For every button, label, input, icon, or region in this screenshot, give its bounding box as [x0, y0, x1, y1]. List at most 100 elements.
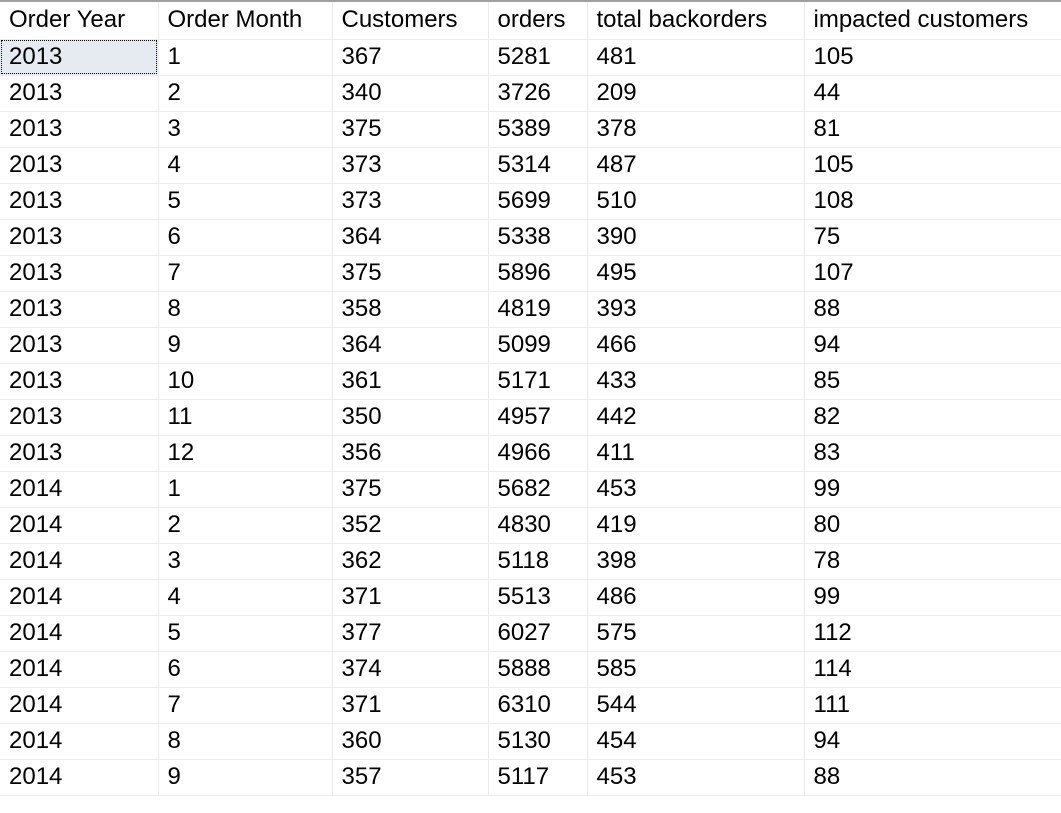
cell-total-backorders[interactable]: 411: [587, 435, 805, 472]
cell-total-backorders[interactable]: 486: [587, 579, 805, 616]
cell-order-year[interactable]: 2013: [0, 399, 159, 436]
cell-order-year[interactable]: 2014: [0, 471, 159, 508]
cell-total-backorders[interactable]: 544: [587, 687, 805, 724]
table-row[interactable]: 2014 2 352 4830 419 80: [0, 507, 1061, 544]
cell-orders[interactable]: 5130: [488, 723, 588, 760]
table-row[interactable]: 2013 11 350 4957 442 82: [0, 399, 1061, 436]
cell-impacted-customers[interactable]: 94: [804, 327, 1061, 364]
cell-order-year[interactable]: 2014: [0, 651, 159, 688]
cell-total-backorders[interactable]: 454: [587, 723, 805, 760]
cell-orders[interactable]: 5171: [488, 363, 588, 400]
cell-orders[interactable]: 5099: [488, 327, 588, 364]
table-row[interactable]: 2013 9 364 5099 466 94: [0, 327, 1061, 364]
cell-order-year[interactable]: 2013: [0, 255, 159, 292]
cell-order-month[interactable]: 8: [158, 291, 333, 328]
cell-impacted-customers[interactable]: 99: [804, 579, 1061, 616]
cell-order-month[interactable]: 4: [158, 579, 333, 616]
cell-impacted-customers[interactable]: 105: [804, 147, 1061, 184]
cell-customers[interactable]: 377: [332, 615, 489, 652]
cell-impacted-customers[interactable]: 112: [804, 615, 1061, 652]
cell-customers[interactable]: 357: [332, 759, 489, 796]
cell-total-backorders[interactable]: 393: [587, 291, 805, 328]
cell-impacted-customers[interactable]: 99: [804, 471, 1061, 508]
cell-customers[interactable]: 364: [332, 327, 489, 364]
cell-impacted-customers[interactable]: 114: [804, 651, 1061, 688]
table-row[interactable]: 2013 12 356 4966 411 83: [0, 435, 1061, 472]
table-row[interactable]: 2013 3 375 5389 378 81: [0, 111, 1061, 148]
cell-customers[interactable]: 360: [332, 723, 489, 760]
cell-order-year[interactable]: 2013: [0, 435, 159, 472]
cell-order-month[interactable]: 9: [158, 327, 333, 364]
cell-impacted-customers[interactable]: 83: [804, 435, 1061, 472]
cell-customers[interactable]: 375: [332, 255, 489, 292]
cell-impacted-customers[interactable]: 85: [804, 363, 1061, 400]
cell-total-backorders[interactable]: 466: [587, 327, 805, 364]
table-row[interactable]: 2014 5 377 6027 575 112: [0, 615, 1061, 652]
table-row[interactable]: 2013 7 375 5896 495 107: [0, 255, 1061, 292]
table-row[interactable]: 2013 5 373 5699 510 108: [0, 183, 1061, 220]
cell-total-backorders[interactable]: 453: [587, 471, 805, 508]
cell-order-year[interactable]: 2013: [0, 111, 159, 148]
cell-order-year[interactable]: 2013: [0, 75, 159, 112]
table-row[interactable]: 2013 10 361 5171 433 85: [0, 363, 1061, 400]
cell-total-backorders[interactable]: 209: [587, 75, 805, 112]
cell-order-month[interactable]: 1: [158, 39, 333, 76]
cell-total-backorders[interactable]: 398: [587, 543, 805, 580]
cell-customers[interactable]: 361: [332, 363, 489, 400]
cell-total-backorders[interactable]: 510: [587, 183, 805, 220]
cell-order-year[interactable]: 2014: [0, 543, 159, 580]
cell-customers[interactable]: 356: [332, 435, 489, 472]
cell-impacted-customers[interactable]: 81: [804, 111, 1061, 148]
cell-total-backorders[interactable]: 487: [587, 147, 805, 184]
table-row[interactable]: 2014 9 357 5117 453 88: [0, 759, 1061, 796]
cell-orders[interactable]: 6027: [488, 615, 588, 652]
cell-impacted-customers[interactable]: 107: [804, 255, 1061, 292]
cell-orders[interactable]: 5699: [488, 183, 588, 220]
cell-order-month[interactable]: 5: [158, 615, 333, 652]
cell-order-month[interactable]: 9: [158, 759, 333, 796]
cell-total-backorders[interactable]: 419: [587, 507, 805, 544]
cell-orders[interactable]: 5117: [488, 759, 588, 796]
table-row[interactable]: 2014 1 375 5682 453 99: [0, 471, 1061, 508]
cell-order-month[interactable]: 3: [158, 111, 333, 148]
cell-impacted-customers[interactable]: 75: [804, 219, 1061, 256]
cell-order-year[interactable]: 2013: [0, 39, 159, 76]
table-row[interactable]: 2014 4 371 5513 486 99: [0, 579, 1061, 616]
cell-order-month[interactable]: 4: [158, 147, 333, 184]
column-header-impacted-customers[interactable]: impacted customers: [804, 2, 1061, 40]
cell-impacted-customers[interactable]: 111: [804, 687, 1061, 724]
table-row[interactable]: 2013 8 358 4819 393 88: [0, 291, 1061, 328]
cell-orders[interactable]: 4966: [488, 435, 588, 472]
column-header-order-month[interactable]: Order Month: [158, 2, 333, 40]
cell-impacted-customers[interactable]: 88: [804, 759, 1061, 796]
cell-order-month[interactable]: 11: [158, 399, 333, 436]
table-row[interactable]: 2013 4 373 5314 487 105: [0, 147, 1061, 184]
column-header-order-year[interactable]: Order Year: [0, 2, 159, 40]
cell-customers[interactable]: 374: [332, 651, 489, 688]
cell-orders[interactable]: 3726: [488, 75, 588, 112]
cell-total-backorders[interactable]: 453: [587, 759, 805, 796]
cell-order-year[interactable]: 2014: [0, 759, 159, 796]
cell-orders[interactable]: 5389: [488, 111, 588, 148]
table-row[interactable]: 2014 3 362 5118 398 78: [0, 543, 1061, 580]
cell-customers[interactable]: 375: [332, 471, 489, 508]
table-row[interactable]: 2014 7 371 6310 544 111: [0, 687, 1061, 724]
cell-order-month[interactable]: 3: [158, 543, 333, 580]
cell-order-month[interactable]: 10: [158, 363, 333, 400]
cell-order-year[interactable]: 2013: [0, 363, 159, 400]
cell-order-month[interactable]: 6: [158, 651, 333, 688]
cell-customers[interactable]: 352: [332, 507, 489, 544]
cell-orders[interactable]: 5513: [488, 579, 588, 616]
cell-total-backorders[interactable]: 390: [587, 219, 805, 256]
cell-order-year[interactable]: 2014: [0, 615, 159, 652]
table-row[interactable]: 2013 6 364 5338 390 75: [0, 219, 1061, 256]
cell-order-year[interactable]: 2013: [0, 183, 159, 220]
cell-order-year[interactable]: 2014: [0, 579, 159, 616]
cell-impacted-customers[interactable]: 108: [804, 183, 1061, 220]
cell-order-month[interactable]: 1: [158, 471, 333, 508]
cell-orders[interactable]: 4819: [488, 291, 588, 328]
cell-order-year[interactable]: 2013: [0, 291, 159, 328]
cell-total-backorders[interactable]: 442: [587, 399, 805, 436]
column-header-total-backorders[interactable]: total backorders: [587, 2, 805, 40]
cell-impacted-customers[interactable]: 44: [804, 75, 1061, 112]
